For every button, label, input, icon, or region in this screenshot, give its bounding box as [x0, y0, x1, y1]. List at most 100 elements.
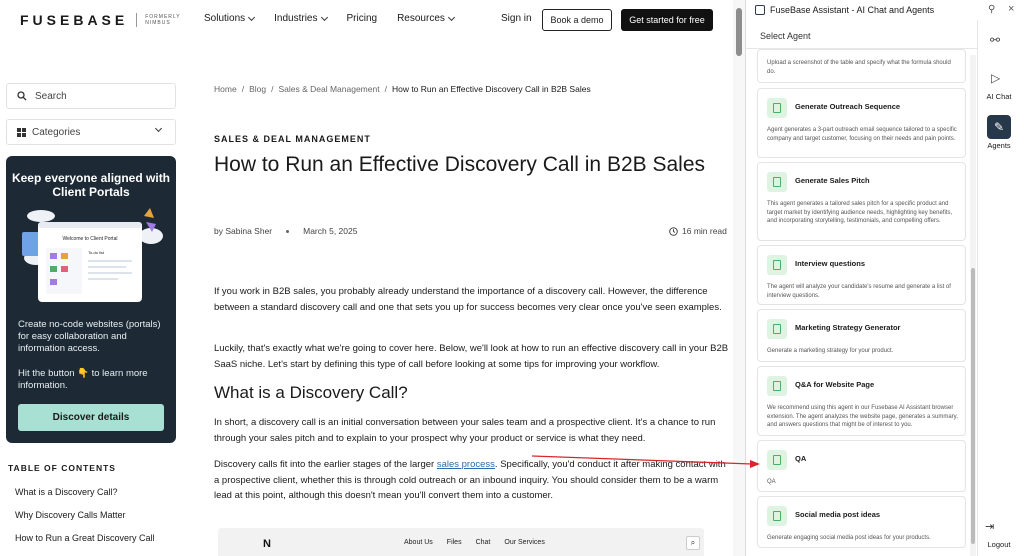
logo-formerly: FORMERLY NIMBUS	[145, 14, 181, 26]
document-icon	[767, 255, 787, 275]
toc-item[interactable]: Why Discovery Calls Matter	[15, 510, 126, 520]
agent-card[interactable]: Social media post ideas Generate engagin…	[757, 496, 966, 548]
logo[interactable]: FUSEBASE FORMERLY NIMBUS	[20, 12, 181, 28]
breadcrumb-current: How to Run an Effective Discovery Call i…	[391, 84, 591, 94]
agent-card[interactable]: Marketing Strategy Generator Generate a …	[757, 309, 966, 362]
nav-pricing-label: Pricing	[346, 13, 378, 24]
breadcrumb-home[interactable]: Home	[214, 84, 237, 94]
logo-divider	[136, 13, 138, 27]
article-category[interactable]: SALES & DEAL MANAGEMENT	[214, 134, 371, 144]
paragraph-text: Discovery calls fit into the earlier sta…	[214, 459, 437, 470]
agent-name: Social media post ideas	[795, 510, 881, 519]
agent-name: Generate Sales Pitch	[795, 176, 870, 185]
search-icon: ⌕	[686, 536, 700, 550]
promo-card: Keep everyone aligned with Client Portal…	[6, 156, 176, 443]
breadcrumb-separator: /	[271, 84, 274, 94]
article-author[interactable]: by Sabina Sher	[214, 226, 272, 236]
nav-pricing[interactable]: Pricing	[347, 13, 378, 24]
document-icon	[767, 172, 787, 192]
nav-resources-label: Resources	[397, 13, 445, 24]
chevron-down-icon	[447, 13, 455, 21]
agent-name: Generate Outreach Sequence	[795, 102, 901, 111]
chevron-down-icon	[248, 13, 256, 21]
screenshot-nav-item: Our Services	[504, 539, 545, 546]
read-time-label: 16 min read	[682, 226, 727, 236]
section-heading: What is a Discovery Call?	[214, 383, 408, 402]
assistant-title: FuseBase Assistant - AI Chat and Agents	[770, 5, 935, 15]
article-paragraph: Discovery calls fit into the earlier sta…	[214, 457, 729, 504]
agent-description: Generate engaging social media post idea…	[767, 535, 931, 541]
book-demo-button[interactable]: Book a demo	[542, 9, 612, 31]
nav-menu: Solutions Industries Pricing Resources	[204, 13, 474, 24]
screenshot-logo-icon: N	[263, 538, 271, 550]
promo-title: Keep everyone aligned with Client Portal…	[11, 171, 171, 199]
logo-text: FUSEBASE	[20, 12, 129, 28]
meta-dot	[286, 229, 290, 233]
agent-description: Generate a marketing strategy for your p…	[767, 348, 894, 354]
agent-card[interactable]: Generate Sales Pitch This agent generate…	[757, 162, 966, 241]
breadcrumb-blog[interactable]: Blog	[249, 84, 266, 94]
network-icon[interactable]: ⚯	[990, 33, 1000, 47]
grid-icon	[17, 127, 26, 137]
agent-name: Q&A for Website Page	[795, 380, 875, 389]
toc-item[interactable]: How to Run a Great Discovery Call	[15, 533, 155, 543]
agent-card[interactable]: Generate Outreach Sequence Agent generat…	[757, 88, 966, 158]
agents-label[interactable]: Agents	[979, 141, 1019, 150]
play-icon[interactable]: ▷	[991, 71, 1000, 85]
agent-card[interactable]: QA QA	[757, 440, 966, 492]
clock-icon	[669, 226, 678, 236]
agent-card[interactable]: Q&A for Website Page We recommend using …	[757, 366, 966, 436]
agent-description: The agent will analyze your candidate's …	[767, 284, 951, 299]
categories-dropdown[interactable]: Categories	[6, 119, 176, 145]
magic-wand-icon[interactable]: ✎	[987, 115, 1011, 139]
page: FUSEBASE FORMERLY NIMBUS Solutions Indus…	[0, 0, 1024, 556]
agent-card[interactable]: Interview questions The agent will analy…	[757, 245, 966, 305]
article-paragraph: Luckily, that's exactly what we're going…	[214, 343, 729, 370]
screenshot-nav: About Us Files Chat Our Services	[404, 539, 545, 546]
article-date: March 5, 2025	[303, 226, 358, 236]
document-icon	[767, 506, 787, 526]
signin-link[interactable]: Sign in	[501, 13, 532, 24]
page-scrollbar-thumb[interactable]	[736, 8, 742, 56]
toc-item[interactable]: What is a Discovery Call?	[15, 487, 118, 497]
agent-description: This agent generates a tailored sales pi…	[767, 201, 953, 225]
get-started-button[interactable]: Get started for free	[621, 9, 713, 31]
client-portal-illustration: Welcome to Client Portal To-do list	[22, 208, 163, 302]
agent-description: We recommend using this agent in our Fus…	[767, 405, 958, 429]
categories-label: Categories	[32, 126, 81, 138]
svg-text:To-do list: To-do list	[88, 250, 105, 255]
pin-icon[interactable]: ⚲	[988, 4, 995, 15]
logout-label[interactable]: Logout	[979, 540, 1019, 549]
article-screenshot: N About Us Files Chat Our Services ⌕	[218, 528, 704, 556]
nav-resources[interactable]: Resources	[397, 13, 455, 24]
search-icon	[17, 91, 27, 101]
agent-name: Interview questions	[795, 259, 866, 268]
promo-text: Create no-code websites (portals) for ea…	[18, 319, 161, 354]
logout-icon[interactable]: ⇥	[985, 520, 994, 533]
nav-industries[interactable]: Industries	[274, 13, 328, 24]
sales-process-link[interactable]: sales process	[437, 459, 495, 470]
close-icon[interactable]: ×	[1008, 3, 1014, 15]
ai-chat-label[interactable]: AI Chat	[979, 92, 1019, 101]
breadcrumb-separator: /	[384, 84, 387, 94]
agent-description: Upload a screenshot of the table and spe…	[767, 60, 951, 75]
assistant-header: FuseBase Assistant - AI Chat and Agents	[755, 5, 934, 15]
nav-solutions[interactable]: Solutions	[204, 13, 256, 24]
fusebase-icon	[755, 5, 765, 15]
search-input[interactable]: Search	[6, 83, 176, 109]
document-icon	[767, 98, 787, 118]
agent-description: Agent generates a 3-part outreach email …	[767, 127, 957, 142]
discover-details-button[interactable]: Discover details	[18, 404, 164, 431]
page-scrollbar[interactable]	[733, 0, 745, 556]
select-agent-label: Select Agent	[760, 31, 811, 41]
agent-name: Marketing Strategy Generator	[795, 323, 901, 332]
panel-scrollbar-thumb[interactable]	[971, 268, 975, 544]
agent-name: QA	[795, 454, 807, 463]
document-icon	[767, 319, 787, 339]
agent-card[interactable]: Upload a screenshot of the table and spe…	[757, 49, 966, 83]
screenshot-nav-item: Chat	[475, 539, 491, 546]
chevron-down-icon	[154, 124, 163, 133]
breadcrumb-category[interactable]: Sales & Deal Management	[278, 84, 379, 94]
toc-heading: TABLE OF CONTENTS	[8, 463, 116, 473]
screenshot-nav-item: About Us	[404, 539, 433, 546]
